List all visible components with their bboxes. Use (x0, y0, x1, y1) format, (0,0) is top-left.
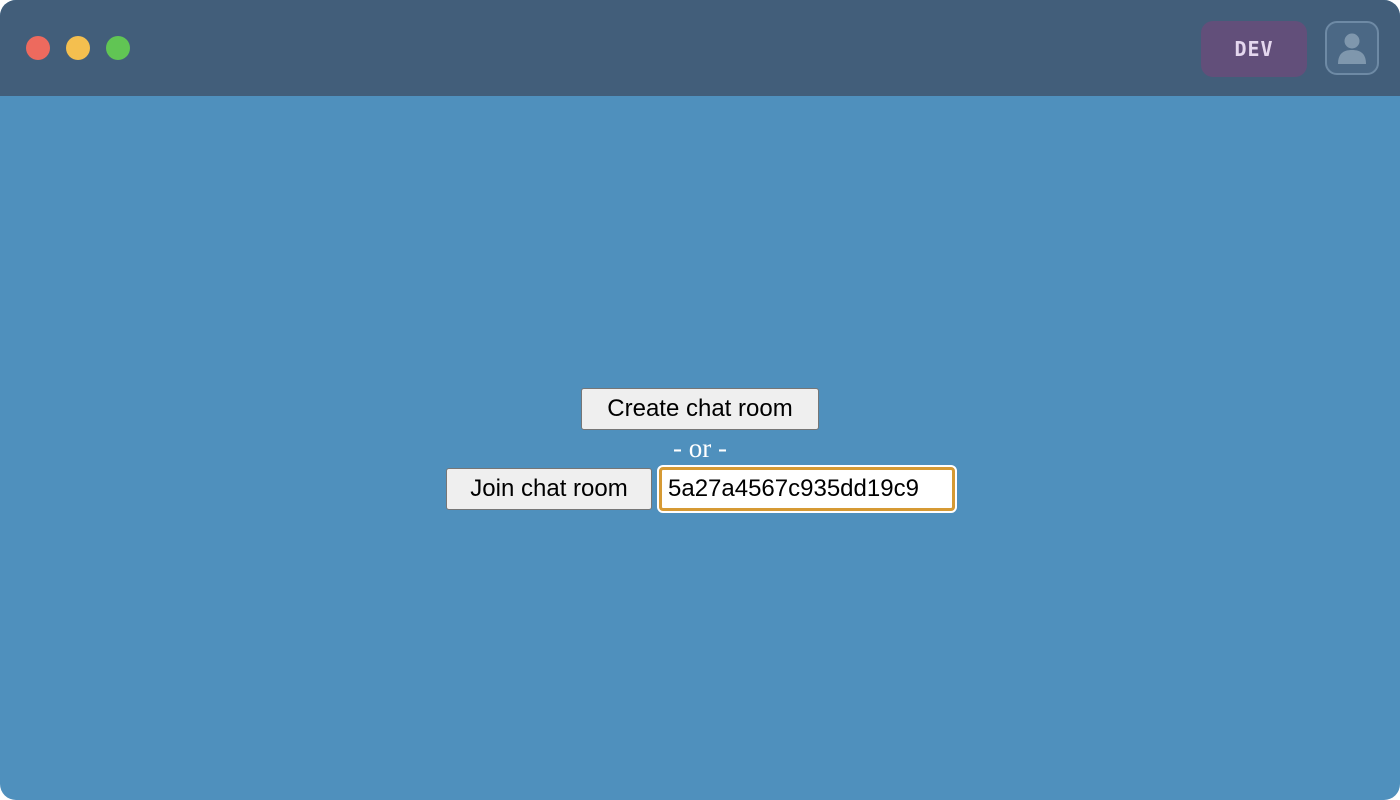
profile-button[interactable] (1325, 21, 1379, 75)
create-chat-room-button[interactable]: Create chat room (581, 388, 819, 430)
app-window: DEV Create chat room - or - Join chat ro… (0, 0, 1400, 800)
main-content: Create chat room - or - Join chat room (0, 96, 1400, 800)
window-close-button[interactable] (26, 36, 50, 60)
environment-badge: DEV (1201, 21, 1307, 77)
room-id-input[interactable] (657, 465, 957, 513)
window-minimize-button[interactable] (66, 36, 90, 60)
user-icon (1338, 33, 1366, 64)
or-separator: - or - (673, 433, 727, 463)
window-zoom-button[interactable] (106, 36, 130, 60)
join-chat-room-button[interactable]: Join chat room (446, 468, 652, 510)
title-bar: DEV (0, 0, 1400, 96)
